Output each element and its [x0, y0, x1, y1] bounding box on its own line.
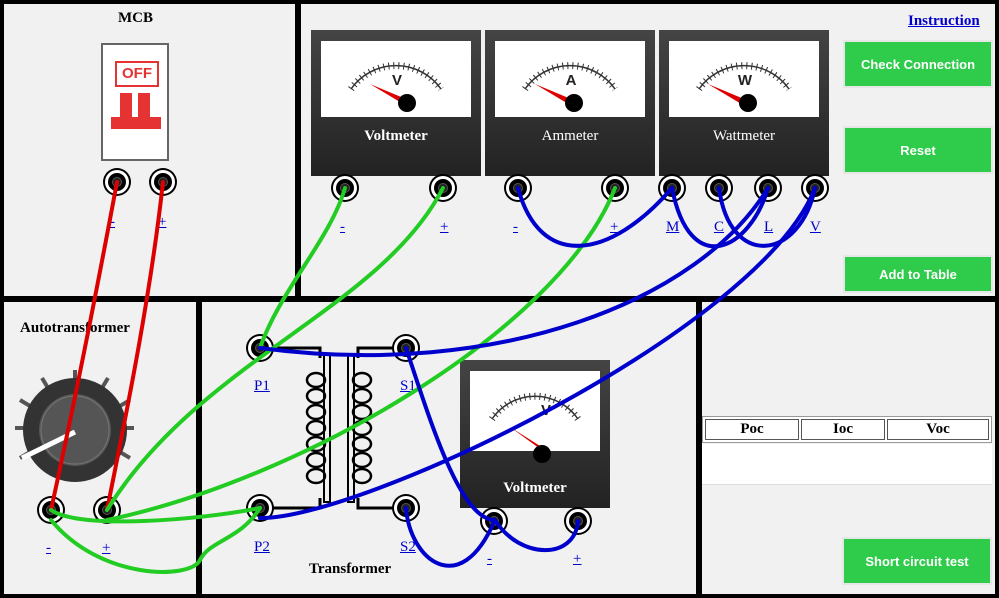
reset-button[interactable]: Reset — [843, 126, 993, 174]
autotransformer-terminal-pos[interactable] — [98, 501, 116, 519]
table-body-area — [702, 444, 992, 485]
ammeter-terminal-pos[interactable] — [606, 179, 624, 197]
ammeter: A Ammeter — [485, 30, 655, 176]
needle-pivot — [533, 445, 551, 463]
mcb-handle-bar — [111, 117, 161, 129]
transformer-title: Transformer — [309, 561, 392, 577]
transformer-terminal-p2[interactable] — [251, 499, 269, 517]
mcb-title: MCB — [118, 10, 153, 26]
voltmeter-neg-label: - — [340, 219, 345, 235]
voltmeter-scale: V — [348, 62, 444, 112]
instruction-link[interactable]: Instruction — [908, 13, 980, 30]
short-circuit-test-button[interactable]: Short circuit test — [842, 537, 992, 585]
check-connection-button[interactable]: Check Connection — [843, 40, 993, 88]
readings-table: Poc Ioc Voc — [702, 416, 992, 443]
wattmeter: W Wattmeter — [659, 30, 829, 176]
wattmeter-scale: W — [696, 62, 792, 112]
wattmeter-m-label: M — [666, 219, 680, 235]
wattmeter-terminal-m[interactable] — [663, 179, 681, 197]
table-header-ioc: Ioc — [801, 419, 885, 440]
wattmeter-terminal-l[interactable] — [759, 179, 777, 197]
ammeter-symbol: A — [566, 72, 577, 89]
ammeter-terminal-neg[interactable] — [509, 179, 527, 197]
voltmeter-terminal-neg[interactable] — [336, 179, 354, 197]
ammeter-dial: A — [495, 41, 645, 117]
secondary-voltmeter: V Voltmeter — [460, 360, 610, 508]
mcb-lever — [138, 93, 150, 117]
wattmeter-terminal-c[interactable] — [710, 179, 728, 197]
mcb-terminal-neg-label: - — [110, 214, 115, 230]
add-to-table-button[interactable]: Add to Table — [843, 255, 993, 293]
transformer-terminal-s1[interactable] — [397, 339, 415, 357]
mcb-terminal-pos[interactable] — [154, 173, 172, 191]
secondary-voltmeter-dial: V — [470, 371, 600, 451]
transformer-p1-label: P1 — [254, 378, 270, 394]
wattmeter-c-label: C — [714, 219, 725, 235]
transformer-terminal-p1[interactable] — [251, 339, 269, 357]
mcb-switch[interactable]: OFF — [101, 43, 169, 161]
wattmeter-label: Wattmeter — [712, 128, 776, 144]
wattmeter-symbol: W — [738, 72, 753, 89]
wattmeter-dial: W — [669, 41, 819, 117]
table-header-poc: Poc — [705, 419, 799, 440]
ammeter-neg-label: - — [513, 219, 518, 235]
mcb-lever — [120, 93, 132, 117]
secondary-voltmeter-pos-label: + — [573, 551, 582, 567]
secondary-voltmeter-symbol: V — [541, 402, 551, 419]
secondary-voltmeter-scale: V — [489, 392, 581, 451]
autotransformer-title: Autotransformer — [20, 320, 130, 336]
transformer-s2-label: S2 — [400, 539, 416, 555]
table-header-voc: Voc — [887, 419, 989, 440]
autotransformer-pos-label: + — [102, 540, 111, 556]
mcb-off-label: OFF — [115, 61, 159, 87]
ammeter-label: Ammeter — [541, 128, 599, 144]
secondary-voltmeter-terminal-neg[interactable] — [485, 512, 503, 530]
voltmeter-dial: V — [321, 41, 471, 117]
wattmeter-l-label: L — [764, 219, 774, 235]
voltmeter: V Voltmeter — [311, 30, 481, 176]
autotransformer-terminal-neg[interactable] — [42, 501, 60, 519]
ammeter-scale: A — [522, 62, 618, 112]
mcb-terminal-neg[interactable] — [108, 173, 126, 191]
wattmeter-v-label: V — [810, 219, 821, 235]
voltmeter-terminal-pos[interactable] — [434, 179, 452, 197]
voltmeter-symbol: V — [392, 72, 402, 89]
voltmeter-label: Voltmeter — [364, 128, 428, 144]
transformer-s1-label: S1 — [400, 378, 416, 394]
transformer-terminal-s2[interactable] — [397, 499, 415, 517]
transformer-p2-label: P2 — [254, 539, 270, 555]
secondary-voltmeter-terminal-pos[interactable] — [569, 512, 587, 530]
secondary-voltmeter-neg-label: - — [487, 551, 492, 567]
secondary-voltmeter-label: Voltmeter — [503, 480, 567, 496]
mcb-terminal-pos-label: + — [158, 214, 167, 230]
voltmeter-pos-label: + — [440, 219, 449, 235]
ammeter-pos-label: + — [610, 219, 619, 235]
wattmeter-terminal-v[interactable] — [806, 179, 824, 197]
autotransformer-neg-label: - — [46, 540, 51, 556]
autotransformer-knob[interactable] — [23, 378, 127, 482]
